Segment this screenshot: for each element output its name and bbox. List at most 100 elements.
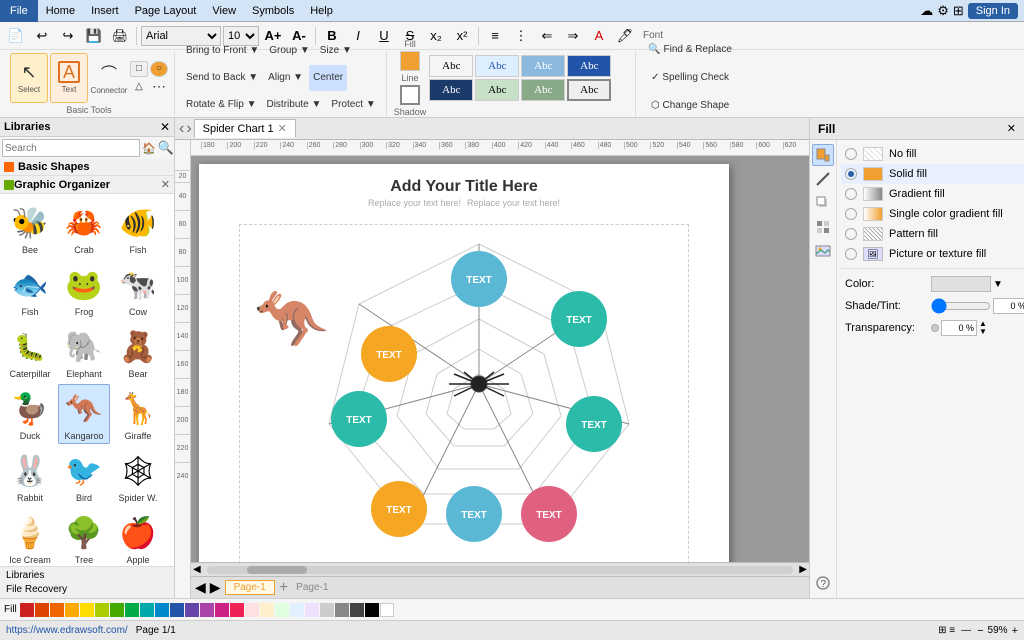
center-btn[interactable]: Center [309,65,347,91]
send-back-btn[interactable]: Send to Back ▼ [182,65,262,91]
color-swatch-teal[interactable] [140,603,154,617]
shape-ellipse-btn[interactable]: ○ [150,61,168,77]
color-swatch-yellow[interactable] [80,603,94,617]
style-preset-2[interactable]: Abc [475,55,519,77]
align-btn[interactable]: Align ▼ [264,65,307,91]
color-swatch-dark-blue[interactable] [170,603,184,617]
lib-item-kangaroo[interactable]: 🦘 Kangaroo [58,384,110,444]
fill-option-solid[interactable]: Solid fill [841,164,1024,184]
zoom-out-btn[interactable]: − [977,625,983,637]
fill-shadow-icon[interactable] [812,192,834,214]
graphic-organizer-close-btn[interactable]: ✕ [161,178,170,191]
undo-btn[interactable]: ↩ [30,25,54,47]
fill-close-btn[interactable]: ✕ [1007,122,1016,135]
fill-option-gradient[interactable]: Gradient fill [841,184,1024,204]
lib-item-bird[interactable]: 🐦 Bird [58,446,110,506]
lib-item-icecream[interactable]: 🍦 Ice Cream [4,508,56,566]
color-swatch-white[interactable] [380,603,394,617]
lib-bottom-file-recovery[interactable]: File Recovery [4,583,170,596]
save-btn[interactable]: 💾 [82,25,106,47]
color-swatch-blue[interactable] [155,603,169,617]
lib-item-frog[interactable]: 🐸 Frog [58,260,110,320]
color-swatch-teal-green[interactable] [125,603,139,617]
chart-title[interactable]: Add Your Title Here [199,178,729,196]
color-swatch-light-green[interactable] [275,603,289,617]
style-preset-8[interactable]: Abc [567,79,611,101]
lib-item-cow[interactable]: 🐄 Cow [112,260,164,320]
lib-item-apple[interactable]: 🍎 Apple [112,508,164,566]
shape-rect-btn[interactable]: □ [130,61,148,77]
fill-picture-icon[interactable] [812,240,834,262]
style-preset-4[interactable]: Abc [567,55,611,77]
lib-item-tree[interactable]: 🌳 Add Your Title Here Tree [58,508,110,566]
insert-menu[interactable]: Insert [83,0,127,22]
fill-color-dropdown-btn[interactable]: ▼ [993,279,1003,290]
distribute-btn[interactable]: Distribute ▼ [262,92,325,118]
fill-paint-icon[interactable] [812,144,834,166]
fill-option-picture[interactable]: 🖼 Picture or texture fill [841,244,1024,264]
color-swatch-light-pink[interactable] [245,603,259,617]
color-swatch-light-blue[interactable] [290,603,304,617]
basic-shapes-section[interactable]: Basic Shapes [0,159,174,176]
protect-btn[interactable]: Protect ▼ [327,92,379,118]
new-btn[interactable]: 📄 [4,25,28,47]
connector-tool-btn[interactable]: ⌒ Connector [90,53,128,103]
color-swatch-pink[interactable] [215,603,229,617]
prev-page-btn[interactable]: ◀ [195,579,206,596]
lib-item-bee[interactable]: 🐝 Bee [4,198,56,258]
size-btn[interactable]: Size ▼ [316,38,356,64]
spelling-check-btn[interactable]: ✓ Spelling Check [643,65,737,91]
next-tab-btn[interactable]: › [186,120,191,138]
line-color-indicator[interactable] [400,85,420,105]
fill-pattern-icon[interactable] [812,216,834,238]
fill-help-icon[interactable]: ? [812,572,834,594]
select-tool-btn[interactable]: ↖ Select [10,53,48,103]
print-btn[interactable]: 🖨 [108,25,132,47]
more-shapes-btn[interactable]: ⋯ [150,79,168,95]
tab-close-icon[interactable]: ✕ [278,122,287,135]
lib-search-icon[interactable]: 🔍 [158,140,174,156]
lib-item-fish2[interactable]: 🐟 Fish [4,260,56,320]
symbols-menu[interactable]: Symbols [244,0,302,22]
color-swatch-yellow-green[interactable] [95,603,109,617]
settings-icon[interactable]: ⚙ [937,3,949,19]
zoom-in-btn[interactable]: + [1012,625,1018,637]
fill-transparency-down[interactable]: ▼ [979,328,987,336]
fill-shade-input[interactable]: 0 % [993,298,1024,314]
style-preset-5[interactable]: Abc [429,79,473,101]
fill-shade-slider[interactable] [931,300,991,312]
color-swatch-violet[interactable] [200,603,214,617]
redo-btn[interactable]: ↪ [56,25,80,47]
find-replace-btn[interactable]: 🔍 Find & Replace [643,37,737,63]
color-swatch-red[interactable] [20,603,34,617]
cloud-icon[interactable]: ☁ [920,3,933,19]
lib-item-rabbit[interactable]: 🐰 Rabbit [4,446,56,506]
fill-color-box[interactable] [931,276,991,292]
color-swatch-light-gray[interactable] [320,603,334,617]
change-shape-btn[interactable]: ⬡ Change Shape [643,93,737,119]
spider-chart-tab[interactable]: Spider Chart 1 ✕ [194,119,296,138]
lib-item-elephant[interactable]: 🐘 Elephant [58,322,110,382]
fill-option-pattern[interactable]: Pattern fill [841,224,1024,244]
fill-color-indicator[interactable] [400,51,420,71]
color-swatch-green[interactable] [110,603,124,617]
color-swatch-orange[interactable] [50,603,64,617]
lib-item-caterpillar[interactable]: 🐛 Caterpillar [4,322,56,382]
color-swatch-orange-red[interactable] [35,603,49,617]
home-menu[interactable]: Home [38,0,83,22]
lib-bottom-libraries[interactable]: Libraries [4,569,170,582]
rotate-flip-btn[interactable]: Rotate & Flip ▼ [182,92,260,118]
lib-home-icon[interactable]: 🏠 [142,142,156,155]
sign-in-button[interactable]: Sign In [968,3,1018,19]
color-swatch-light-purple[interactable] [305,603,319,617]
spider-chart-svg[interactable]: TEXT TEXT TEXT TEXT [289,224,669,544]
lib-item-duck[interactable]: 🦆 Duck [4,384,56,444]
style-preset-1[interactable]: Abc [429,55,473,77]
color-swatch-purple[interactable] [185,603,199,617]
lib-item-giraffe[interactable]: 🦒 Giraffe [112,384,164,444]
lib-item-fish1[interactable]: 🐠 Fish [112,198,164,258]
prev-tab-btn[interactable]: ‹ [179,120,184,138]
bring-front-btn[interactable]: Bring to Front ▼ [182,38,263,64]
page-layout-menu[interactable]: Page Layout [127,0,205,22]
lib-item-crab[interactable]: 🦀 Crab [58,198,110,258]
